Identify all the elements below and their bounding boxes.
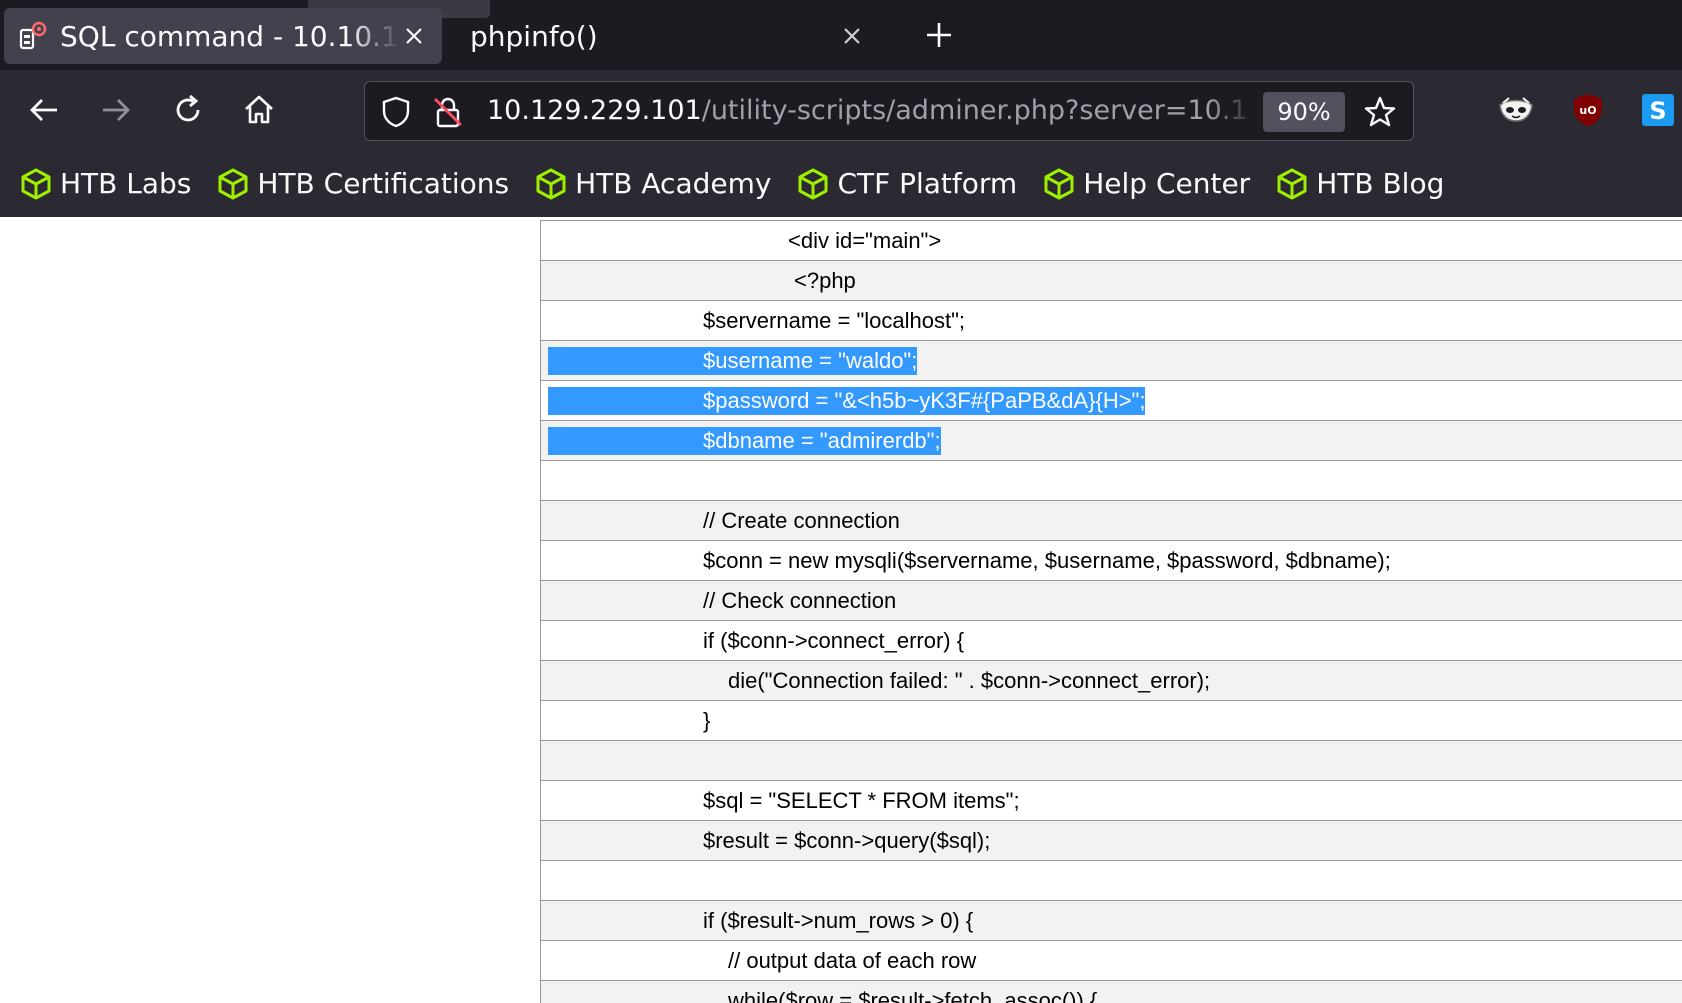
svg-text:S: S xyxy=(1649,97,1666,125)
bookmark-star-icon[interactable] xyxy=(1363,95,1397,129)
bookmark-label: Help Center xyxy=(1083,167,1251,200)
bookmark-help-center[interactable]: Help Center xyxy=(1043,167,1250,200)
selection-highlight xyxy=(548,427,703,455)
reload-icon xyxy=(176,94,200,122)
bookmark-htb-academy[interactable]: HTB Academy xyxy=(535,167,771,200)
tab-sql-command[interactable]: SQL command - 10.10.14. xyxy=(4,8,442,64)
close-icon[interactable] xyxy=(838,22,866,50)
table-row[interactable]: $conn = new mysqli($servername, $usernam… xyxy=(541,541,1682,581)
forward-button[interactable] xyxy=(94,88,138,132)
code-line-text: $password = "&<h5b~yK3F#{PaPB&dA}{H>"; xyxy=(703,387,1146,415)
table-row[interactable]: die("Connection failed: " . $conn->conne… xyxy=(541,661,1682,701)
code-line-text: die("Connection failed: " . $conn->conne… xyxy=(728,668,1211,693)
bookmark-label: HTB Academy xyxy=(575,167,772,200)
table-row[interactable]: // Create connection xyxy=(541,501,1682,541)
back-button[interactable] xyxy=(22,88,66,132)
table-row[interactable] xyxy=(541,461,1682,501)
code-line-text: if ($conn->connect_error) { xyxy=(703,628,965,653)
code-line-text: $sql = "SELECT * FROM items"; xyxy=(703,788,1020,813)
tab-title: phpinfo() xyxy=(470,19,598,53)
arrow-right-icon xyxy=(103,99,130,121)
reload-button[interactable] xyxy=(166,88,210,132)
tab-phpinfo[interactable]: phpinfo() xyxy=(452,8,890,64)
table-row[interactable] xyxy=(541,861,1682,901)
code-line-text: // Check connection xyxy=(703,588,897,613)
tab-title: SQL command - 10.10.14. xyxy=(60,19,400,53)
table-row[interactable]: $servername = "localhost"; xyxy=(541,301,1682,341)
hackthebox-cube-icon xyxy=(21,168,51,199)
page-content: <div id="main"> <?php $servername = "local… xyxy=(0,217,1682,1003)
code-line-text: $username = "waldo"; xyxy=(703,347,918,375)
svg-text:uO: uO xyxy=(1579,104,1596,117)
code-line-text: if ($result->num_rows > 0) { xyxy=(703,908,974,933)
zoom-level-button[interactable]: 90% xyxy=(1263,92,1345,132)
url-text[interactable]: 10.129.229.101/utility-scripts/adminer.p… xyxy=(487,82,1255,140)
extension-mask-icon[interactable] xyxy=(1494,88,1538,132)
browser-chrome: SQL command - 10.10.14. phpinfo() 10.129… xyxy=(0,0,1682,217)
table-row[interactable]: $result = $conn->query($sql); xyxy=(541,821,1682,861)
sql-result-table: <div id="main"> <?php $servername = "local… xyxy=(540,220,1682,1003)
home-icon xyxy=(245,95,273,124)
insecure-lock-icon[interactable] xyxy=(431,95,465,129)
table-row[interactable]: $dbname = "admirerdb"; xyxy=(541,421,1682,461)
url-bar[interactable]: 10.129.229.101/utility-scripts/adminer.p… xyxy=(364,81,1414,141)
code-line-text: // output data of each row xyxy=(728,948,977,973)
selection-highlight xyxy=(548,347,703,375)
table-row[interactable]: $username = "waldo"; xyxy=(541,341,1682,381)
hackthebox-cube-icon xyxy=(1277,168,1307,199)
code-line-text: <?php xyxy=(794,268,856,293)
code-line-text: <div id="main"> xyxy=(788,228,942,253)
table-row[interactable]: <div id="main"> xyxy=(541,221,1682,261)
code-line-text: $servername = "localhost"; xyxy=(703,308,966,333)
table-row[interactable]: // output data of each row xyxy=(541,941,1682,981)
bookmarks-toolbar: HTB Labs HTB Certifications HTB Academy … xyxy=(0,150,1682,217)
bookmark-label: HTB Blog xyxy=(1316,167,1445,200)
table-row[interactable]: // Check connection xyxy=(541,581,1682,621)
hackthebox-cube-icon xyxy=(798,168,828,199)
code-line-text: $result = $conn->query($sql); xyxy=(703,828,991,853)
hackthebox-cube-icon xyxy=(536,168,566,199)
ublock-origin-icon[interactable]: uO xyxy=(1566,88,1610,132)
adminer-icon xyxy=(19,21,47,50)
table-row[interactable]: $sql = "SELECT * FROM items"; xyxy=(541,781,1682,821)
arrow-left-icon xyxy=(30,99,57,121)
table-row[interactable] xyxy=(541,741,1682,781)
bookmark-label: CTF Platform xyxy=(837,167,1018,200)
code-line-text: $conn = new mysqli($servername, $usernam… xyxy=(703,548,1391,573)
table-row[interactable]: } xyxy=(541,701,1682,741)
navigation-toolbar: 10.129.229.101/utility-scripts/adminer.p… xyxy=(0,70,1682,150)
hackthebox-cube-icon xyxy=(1044,168,1074,199)
shield-icon[interactable] xyxy=(379,95,413,129)
tab-strip: SQL command - 10.10.14. phpinfo() xyxy=(0,0,1682,70)
selection-highlight xyxy=(548,387,703,415)
new-tab-button[interactable] xyxy=(918,14,960,56)
close-icon[interactable] xyxy=(400,22,428,50)
url-host: 10.129.229.101 xyxy=(487,95,702,126)
table-row[interactable]: if ($result->num_rows > 0) { xyxy=(541,901,1682,941)
table-row[interactable]: <?php xyxy=(541,261,1682,301)
code-line-text: while($row = $result->fetch_assoc()) { xyxy=(728,988,1098,1003)
table-row[interactable]: if ($conn->connect_error) { xyxy=(541,621,1682,661)
bookmark-htb-certifications[interactable]: HTB Certifications xyxy=(217,167,509,200)
bookmark-label: HTB Labs xyxy=(60,167,192,200)
code-line-text: } xyxy=(703,708,711,733)
url-path: /utility-scripts/adminer.php?server=10.1 xyxy=(701,95,1248,126)
code-line-text: $dbname = "admirerdb"; xyxy=(703,427,941,455)
bookmark-htb-labs[interactable]: HTB Labs xyxy=(20,167,191,200)
bookmark-ctf-platform[interactable]: CTF Platform xyxy=(797,167,1017,200)
table-row[interactable]: $password = "&<h5b~yK3F#{PaPB&dA}{H>"; xyxy=(541,381,1682,421)
bookmark-htb-blog[interactable]: HTB Blog xyxy=(1276,167,1444,200)
bookmark-label: HTB Certifications xyxy=(257,167,510,200)
plus-icon xyxy=(927,23,951,47)
table-row[interactable]: while($row = $result->fetch_assoc()) { xyxy=(541,981,1682,1003)
code-line-text: // Create connection xyxy=(703,508,900,533)
home-button[interactable] xyxy=(237,88,281,132)
extension-s-icon[interactable]: S xyxy=(1636,88,1680,132)
hackthebox-cube-icon xyxy=(218,168,248,199)
